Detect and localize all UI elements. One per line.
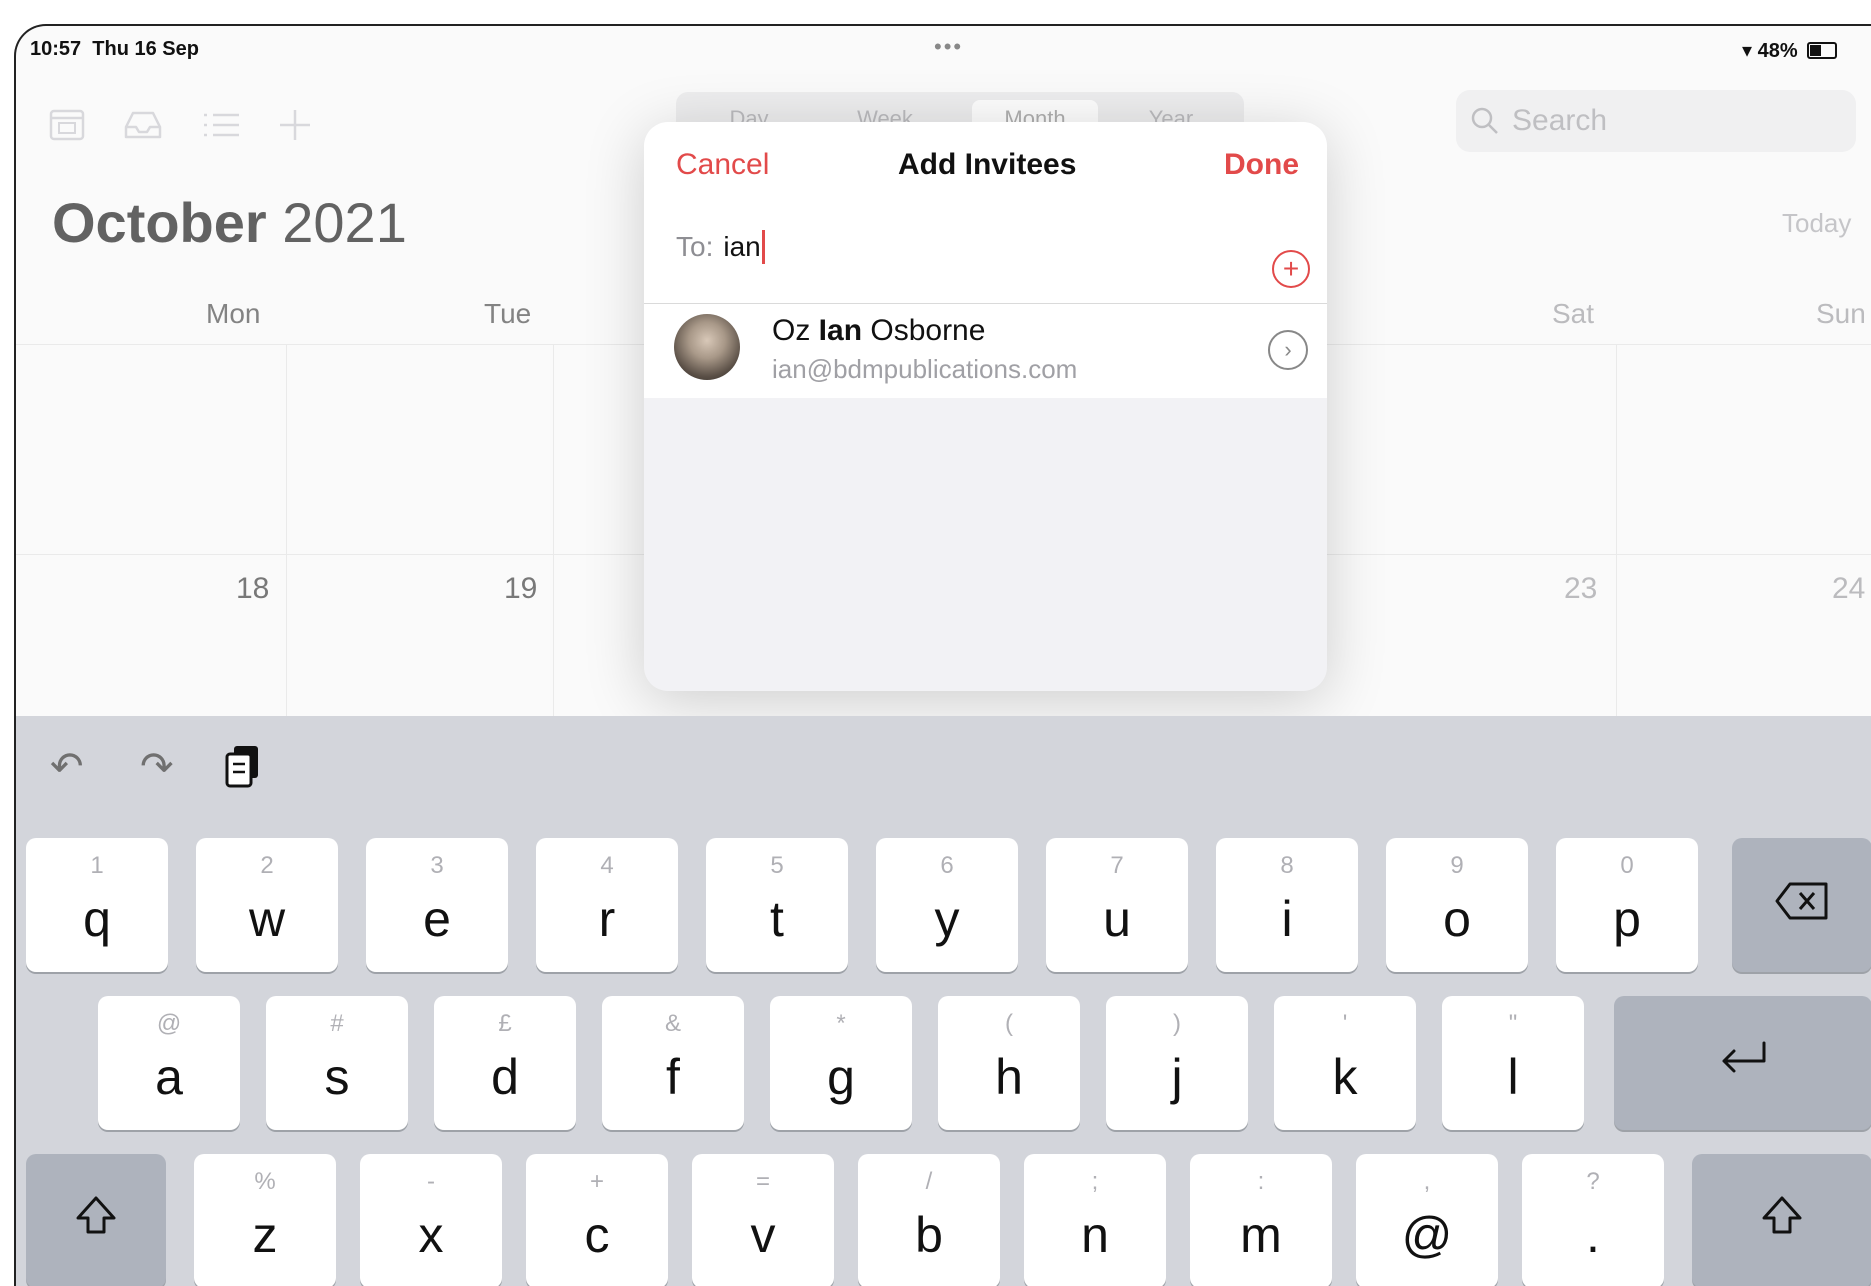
key-f[interactable]: & f xyxy=(602,996,744,1130)
done-button[interactable]: Done xyxy=(1224,148,1299,182)
status-indicators: ▾ 48% xyxy=(1742,38,1838,63)
key-at[interactable]: , @ xyxy=(1356,1154,1498,1286)
key-d[interactable]: £ d xyxy=(434,996,576,1130)
key-s[interactable]: # s xyxy=(266,996,408,1130)
key-m[interactable]: :m xyxy=(1190,1154,1332,1286)
key-t[interactable]: 5t xyxy=(706,838,848,972)
delete-key[interactable] xyxy=(1732,838,1871,972)
undo-icon[interactable]: ↶ xyxy=(50,744,84,790)
to-label: To: xyxy=(676,231,714,262)
on-screen-keyboard: ↶ ↷ 1q 2w 3e 4r 5t 6y 7u 8i 9o 0p @ a # s … xyxy=(16,716,1871,1286)
shift-icon xyxy=(26,1194,166,1249)
add-contact-icon[interactable]: + xyxy=(1272,250,1310,288)
key-x[interactable]: -x xyxy=(360,1154,502,1286)
key-j[interactable]: ) j xyxy=(1106,996,1248,1130)
cancel-button[interactable]: Cancel xyxy=(676,148,769,182)
shift-icon xyxy=(1692,1194,1871,1249)
key-k[interactable]: ' k xyxy=(1274,996,1416,1130)
key-p[interactable]: 0p xyxy=(1556,838,1698,972)
key-z[interactable]: % z xyxy=(194,1154,336,1286)
key-u[interactable]: 7u xyxy=(1046,838,1188,972)
status-bar: 10:57 Thu 16 Sep ••• ▾ 48% xyxy=(16,26,1871,72)
key-q[interactable]: 1q xyxy=(26,838,168,972)
key-r[interactable]: 4r xyxy=(536,838,678,972)
multitasking-dots[interactable]: ••• xyxy=(934,34,963,60)
key-v[interactable]: = v xyxy=(692,1154,834,1286)
add-invitees-popover: Cancel Add Invitees Done To: ian + Oz Ia… xyxy=(644,122,1327,691)
key-i[interactable]: 8i xyxy=(1216,838,1358,972)
battery-icon xyxy=(1807,42,1838,59)
shift-key-right[interactable] xyxy=(1692,1154,1871,1286)
to-input-value[interactable]: ian xyxy=(723,231,760,263)
avatar xyxy=(674,314,740,380)
key-y[interactable]: 6y xyxy=(876,838,1018,972)
return-icon xyxy=(1614,1036,1871,1090)
key-c[interactable]: + c xyxy=(526,1154,668,1286)
key-o[interactable]: 9o xyxy=(1386,838,1528,972)
shift-key-left[interactable] xyxy=(26,1154,166,1286)
key-l[interactable]: " l xyxy=(1442,996,1584,1130)
contact-suggestion[interactable]: Oz Ian Osborne ian@bdmpublications.com › xyxy=(644,304,1327,398)
ipad-screen: 10:57 Thu 16 Sep ••• ▾ 48% Day Week Mont… xyxy=(16,26,1871,1286)
key-e[interactable]: 3e xyxy=(366,838,508,972)
contact-email: ian@bdmpublications.com xyxy=(772,354,1078,384)
key-n[interactable]: ; n xyxy=(1024,1154,1166,1286)
contact-name: Oz Ian Osborne xyxy=(772,314,986,347)
text-caret xyxy=(761,230,765,264)
key-w[interactable]: 2w xyxy=(196,838,338,972)
contact-detail-chevron-icon[interactable]: › xyxy=(1268,330,1308,370)
popover-header-area: Cancel Add Invitees Done To: ian + Oz Ia… xyxy=(644,122,1327,398)
to-field[interactable]: To: ian xyxy=(676,230,765,264)
status-time: 10:57 Thu 16 Sep xyxy=(30,38,199,60)
paste-icon[interactable] xyxy=(224,744,262,800)
return-key[interactable] xyxy=(1614,996,1871,1130)
key-period[interactable]: ?. xyxy=(1522,1154,1664,1286)
key-a[interactable]: @ a xyxy=(98,996,240,1130)
delete-backward-icon xyxy=(1732,878,1871,932)
popover-title: Add Invitees xyxy=(898,148,1077,181)
redo-icon[interactable]: ↷ xyxy=(140,744,174,790)
key-h[interactable]: (h xyxy=(938,996,1080,1130)
key-g[interactable]: * g xyxy=(770,996,912,1130)
wifi-icon: ▾ xyxy=(1742,40,1753,62)
key-b[interactable]: / b xyxy=(858,1154,1000,1286)
battery-percentage: 48% xyxy=(1757,40,1798,62)
